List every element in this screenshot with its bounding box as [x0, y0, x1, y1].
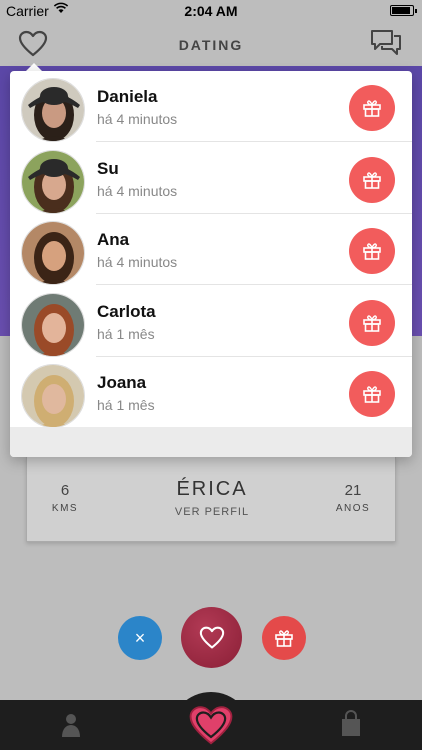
notification-time: há 4 minutos: [97, 182, 178, 199]
page-title: DATING: [178, 37, 244, 53]
close-icon: ×: [134, 627, 146, 648]
notification-item[interactable]: Carlota há 1 mês: [10, 286, 412, 357]
clock: 2:04 AM: [184, 3, 238, 19]
age-unit: ANOS: [335, 503, 371, 514]
battery-icon: [390, 5, 417, 16]
notifications-dropdown: Daniela há 4 minutos Su há 4 minutos Ana…: [10, 71, 412, 457]
dropdown-footer: [10, 427, 412, 457]
send-gift-button[interactable]: [262, 616, 306, 660]
chat-icon[interactable]: [370, 28, 402, 58]
send-gift-button[interactable]: [349, 156, 395, 203]
send-gift-button[interactable]: [349, 371, 395, 417]
notification-time: há 4 minutos: [97, 254, 178, 270]
notification-time: há 1 mês: [97, 325, 155, 342]
dismiss-button[interactable]: ×: [118, 616, 162, 660]
notification-time: há 4 minutos: [97, 111, 178, 127]
gift-icon: [363, 243, 381, 260]
notification-item[interactable]: Su há 4 minutos: [10, 143, 412, 214]
notification-item[interactable]: Joana há 1 mês: [10, 357, 412, 428]
avatar: [21, 221, 85, 285]
age-stat: 21 ANOS: [329, 482, 377, 514]
gift-icon: [363, 314, 381, 332]
profile-card[interactable]: 6 KMS ÉRICA VER PERFIL 21 ANOS: [26, 456, 396, 542]
send-gift-button[interactable]: [349, 228, 395, 274]
status-bar: Carrier 2:04 AM: [0, 0, 422, 22]
avatar: [21, 78, 85, 142]
heart-icon: [199, 626, 224, 648]
notification-name: Joana: [97, 373, 147, 392]
gift-icon: [363, 386, 381, 403]
age-value: 21: [344, 482, 362, 499]
avatar: [21, 364, 85, 428]
notification-name: Su: [97, 158, 119, 178]
notification-name: Daniela: [97, 87, 158, 106]
tab-heart-icon[interactable]: [187, 704, 235, 748]
notification-name: Carlota: [97, 301, 156, 321]
avatar: [21, 292, 85, 357]
gift-icon: [363, 171, 381, 189]
gift-icon: [363, 100, 381, 117]
gift-icon: [275, 630, 293, 647]
avatar: [21, 149, 85, 214]
nav-bar: DATING: [0, 22, 422, 66]
notification-name: Ana: [97, 230, 130, 249]
person-icon[interactable]: [60, 712, 82, 738]
send-gift-button[interactable]: [349, 85, 395, 131]
notification-item[interactable]: Ana há 4 minutos: [10, 214, 412, 285]
notification-item[interactable]: Daniela há 4 minutos: [10, 71, 412, 142]
like-button[interactable]: [181, 607, 242, 668]
shopping-bag-icon[interactable]: [340, 710, 362, 738]
notification-time: há 1 mês: [97, 397, 155, 413]
send-gift-button[interactable]: [349, 299, 395, 346]
